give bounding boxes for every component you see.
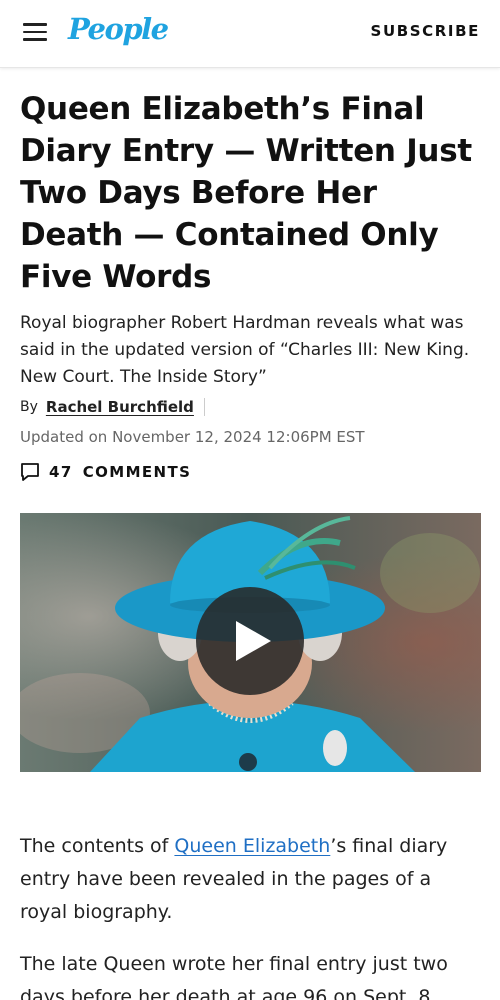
play-icon[interactable]: [196, 587, 304, 695]
comments-button[interactable]: 47 COMMENTS: [20, 460, 191, 484]
site-header: People SUBSCRIBE: [0, 0, 500, 68]
comments-count: 47: [49, 463, 73, 481]
subscribe-button[interactable]: SUBSCRIBE: [371, 22, 480, 40]
speech-bubble-icon: [21, 463, 39, 481]
queen-elizabeth-link[interactable]: Queen Elizabeth: [174, 835, 330, 857]
byline-divider: [203, 398, 205, 416]
comments-label: COMMENTS: [82, 463, 192, 481]
people-logo[interactable]: People: [68, 12, 169, 46]
article-subheading: Royal biographer Robert Hardman reveals …: [20, 313, 470, 387]
body-paragraph: The contents of Queen Elizabeth’s final …: [20, 835, 448, 923]
hamburger-menu-icon[interactable]: [23, 23, 47, 43]
author-link[interactable]: Rachel Burchfield: [46, 398, 194, 416]
byline: By Rachel Burchfield: [20, 396, 205, 418]
updated-timestamp: Updated on November 12, 2024 12:06PM EST: [20, 428, 365, 446]
by-label: By: [20, 399, 38, 415]
body-paragraph: The late Queen wrote her final entry jus…: [20, 953, 448, 1000]
article-headline: Queen Elizabeth’s Final Diary Entry — Wr…: [20, 91, 472, 295]
video-player[interactable]: [20, 513, 481, 772]
